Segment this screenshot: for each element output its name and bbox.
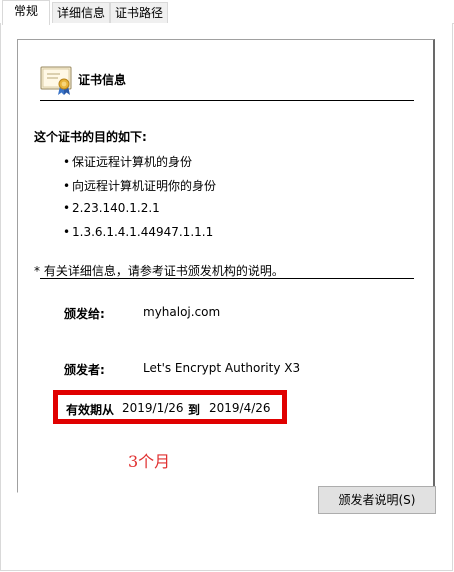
certificate-title: 证书信息 [78,73,127,87]
issuer-statement-button[interactable]: 颁发者说明(S) [318,486,436,514]
valid-to-value: 2019/4/26 [209,401,271,415]
certificate-icon [40,66,72,95]
purpose-item: • 向远程计算机证明你的身份 [63,179,217,193]
details-note: * 有关详细信息，请参考证书颁发机构的说明。 [34,264,284,278]
valid-from-label: 有效期从 [66,403,115,417]
tab-general[interactable]: 常规 [2,0,50,25]
issued-to-value: myhaloj.com [143,305,221,319]
note-divider [40,278,414,279]
purpose-item: • 2.23.140.1.2.1 [63,201,160,215]
issued-by-value: Let's Encrypt Authority X3 [143,361,301,375]
valid-to-label: 到 [188,403,201,417]
issued-by-label: 颁发者: [64,363,105,377]
tab-certification-path[interactable]: 证书路径 [110,2,168,24]
validity-annotation: 3个月 [128,452,171,471]
purpose-heading: 这个证书的目的如下: [34,130,147,144]
purpose-item: • 1.3.6.1.4.1.44947.1.1.1 [63,225,214,239]
certificate-info-box: 证书信息 这个证书的目的如下: • 保证远程计算机的身份 • 向远程计算机证明你的身… [17,39,435,493]
purpose-item: • 保证远程计算机的身份 [63,155,193,169]
title-divider [40,100,414,101]
general-tab-panel: 证书信息 这个证书的目的如下: • 保证远程计算机的身份 • 向远程计算机证明你的身… [0,23,453,571]
issued-to-label: 颁发给: [64,307,105,321]
tab-details[interactable]: 详细信息 [52,2,110,24]
tab-strip: 常规 详细信息 证书路径 [0,0,454,25]
valid-from-value: 2019/1/26 [122,401,184,415]
